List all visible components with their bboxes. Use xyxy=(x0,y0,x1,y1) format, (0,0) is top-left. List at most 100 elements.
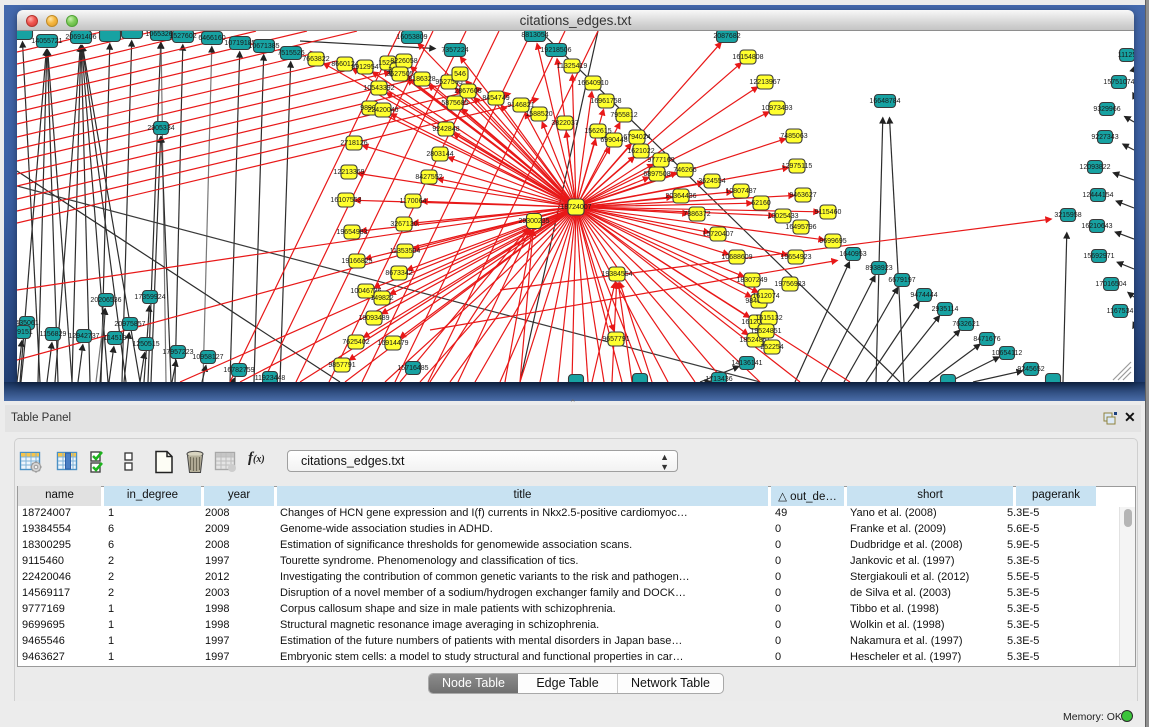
svg-text:19384554: 19384554 xyxy=(601,271,632,278)
svg-text:10973493: 10973493 xyxy=(761,105,792,112)
svg-text:9857791: 9857791 xyxy=(328,362,355,369)
svg-text:7357224: 7357224 xyxy=(441,47,468,54)
svg-text:1588520: 1588520 xyxy=(525,111,552,118)
svg-text:6897508: 6897508 xyxy=(643,171,670,178)
svg-text:8454749: 8454749 xyxy=(482,95,509,102)
svg-text:19218506: 19218506 xyxy=(540,47,571,54)
svg-text:12942737: 12942737 xyxy=(68,333,99,340)
svg-text:2087682: 2087682 xyxy=(713,33,740,40)
svg-text:8912954: 8912954 xyxy=(351,64,378,71)
svg-text:1156829: 1156829 xyxy=(40,331,67,338)
svg-text:39151: 39151 xyxy=(17,329,33,336)
svg-text:17359924: 17359924 xyxy=(134,294,165,301)
svg-text:10958127: 10958127 xyxy=(192,354,223,361)
svg-text:114519: 114519 xyxy=(104,335,127,342)
svg-text:15692971: 15692971 xyxy=(1083,253,1114,260)
svg-text:7625402: 7625402 xyxy=(342,339,369,346)
svg-text:22420046: 22420046 xyxy=(367,107,398,114)
svg-text:12975115: 12975115 xyxy=(782,163,813,170)
svg-text:15716485: 15716485 xyxy=(397,365,428,372)
svg-text:10543392: 10543392 xyxy=(363,85,394,92)
svg-text:6679197: 6679197 xyxy=(888,277,915,284)
svg-text:19524851: 19524851 xyxy=(750,328,781,335)
svg-text:9699695: 9699695 xyxy=(819,238,846,245)
svg-text:8186328: 8186328 xyxy=(408,76,435,83)
svg-text:19166825: 19166825 xyxy=(341,258,372,265)
svg-text:16782759: 16782759 xyxy=(223,367,254,374)
svg-text:14055721: 14055721 xyxy=(31,38,62,45)
svg-text:16107553: 16107553 xyxy=(330,197,361,204)
svg-text:9242848: 9242848 xyxy=(432,126,459,133)
svg-text:16961758: 16961758 xyxy=(590,98,621,105)
svg-text:9463627: 9463627 xyxy=(789,192,816,199)
svg-text:15751074: 15751074 xyxy=(1103,79,1134,86)
svg-text:7485063: 7485063 xyxy=(780,133,807,140)
svg-text:19756923: 19756923 xyxy=(774,281,805,288)
svg-text:2905334: 2905334 xyxy=(147,125,174,132)
svg-text:12213369: 12213369 xyxy=(333,169,364,176)
svg-text:1167534: 1167534 xyxy=(1107,308,1134,315)
svg-text:8673342: 8673342 xyxy=(385,270,412,277)
svg-text:5875685: 5875685 xyxy=(441,100,468,107)
svg-text:19654923: 19654923 xyxy=(780,254,811,261)
svg-text:11125: 11125 xyxy=(1118,52,1134,59)
svg-text:20206536: 20206536 xyxy=(90,297,121,304)
svg-text:18307249: 18307249 xyxy=(736,277,767,284)
svg-text:2935114: 2935114 xyxy=(932,306,959,313)
svg-text:20364436: 20364436 xyxy=(665,193,696,200)
svg-text:9245652: 9245652 xyxy=(1017,366,1044,373)
svg-text:6466160: 6466160 xyxy=(198,35,225,42)
svg-text:11353594: 11353594 xyxy=(390,248,421,255)
svg-text:16154808: 16154808 xyxy=(732,54,763,61)
svg-text:12093822: 12093822 xyxy=(1079,164,1110,171)
svg-text:3822037: 3822037 xyxy=(551,120,578,127)
svg-text:16210643: 16210643 xyxy=(1081,223,1112,230)
svg-text:2718126: 2718126 xyxy=(340,140,367,147)
svg-text:17957223: 17957223 xyxy=(162,349,193,356)
svg-text:8471676: 8471676 xyxy=(973,336,1000,343)
svg-text:16640910: 16640910 xyxy=(577,80,608,87)
svg-text:19654983: 19654983 xyxy=(336,229,367,236)
svg-text:20691406: 20691406 xyxy=(65,34,96,41)
svg-text:252254: 252254 xyxy=(760,344,783,351)
svg-text:6794024: 6794024 xyxy=(623,134,650,141)
svg-text:3624554: 3624554 xyxy=(698,178,725,185)
svg-text:9474444: 9474444 xyxy=(910,292,937,299)
svg-text:1170064: 1170064 xyxy=(400,198,427,205)
svg-text:7632621: 7632621 xyxy=(952,321,979,328)
svg-text:3267130: 3267130 xyxy=(390,221,417,228)
svg-text:9146821: 9146821 xyxy=(507,102,534,109)
svg-text:16053809: 16053809 xyxy=(396,34,427,41)
svg-text:1713436: 1713436 xyxy=(705,376,732,382)
svg-text:7386372: 7386372 xyxy=(683,211,710,218)
svg-text:3215958: 3215958 xyxy=(1054,212,1081,219)
svg-text:7663822: 7663822 xyxy=(302,56,329,63)
svg-text:7955812: 7955812 xyxy=(610,112,637,119)
svg-text:1612074: 1612074 xyxy=(752,293,779,300)
svg-text:8226058: 8226058 xyxy=(390,58,417,65)
svg-text:16914479: 16914479 xyxy=(377,340,408,347)
svg-text:1621022: 1621022 xyxy=(627,148,654,155)
svg-text:9777169: 9777169 xyxy=(647,157,674,164)
svg-text:2867608: 2867608 xyxy=(454,88,481,95)
svg-text:149822: 149822 xyxy=(370,295,393,302)
svg-text:8938923: 8938923 xyxy=(865,265,892,272)
svg-text:11325419: 11325419 xyxy=(557,63,588,70)
svg-text:10807487: 10807487 xyxy=(725,188,756,195)
svg-text:1615132: 1615132 xyxy=(755,315,782,322)
svg-text:14136141: 14136141 xyxy=(731,360,762,367)
svg-text:10671385: 10671385 xyxy=(248,43,279,50)
svg-text:10025433: 10025433 xyxy=(767,213,798,220)
svg-text:18093489: 18093489 xyxy=(358,315,389,322)
svg-text:12213967: 12213967 xyxy=(749,79,780,86)
svg-text:29300235: 29300235 xyxy=(518,218,549,225)
svg-text:12444154: 12444154 xyxy=(1082,192,1113,199)
svg-text:546: 546 xyxy=(454,71,466,78)
svg-text:9329966: 9329966 xyxy=(1093,106,1120,113)
svg-text:1250515: 1250515 xyxy=(132,341,159,348)
svg-text:10654112: 10654112 xyxy=(992,350,1023,357)
svg-text:20975857: 20975857 xyxy=(114,321,145,328)
svg-text:9657791: 9657791 xyxy=(602,336,629,343)
svg-text:11923448: 11923448 xyxy=(255,375,286,382)
svg-text:8427552: 8427552 xyxy=(415,174,442,181)
